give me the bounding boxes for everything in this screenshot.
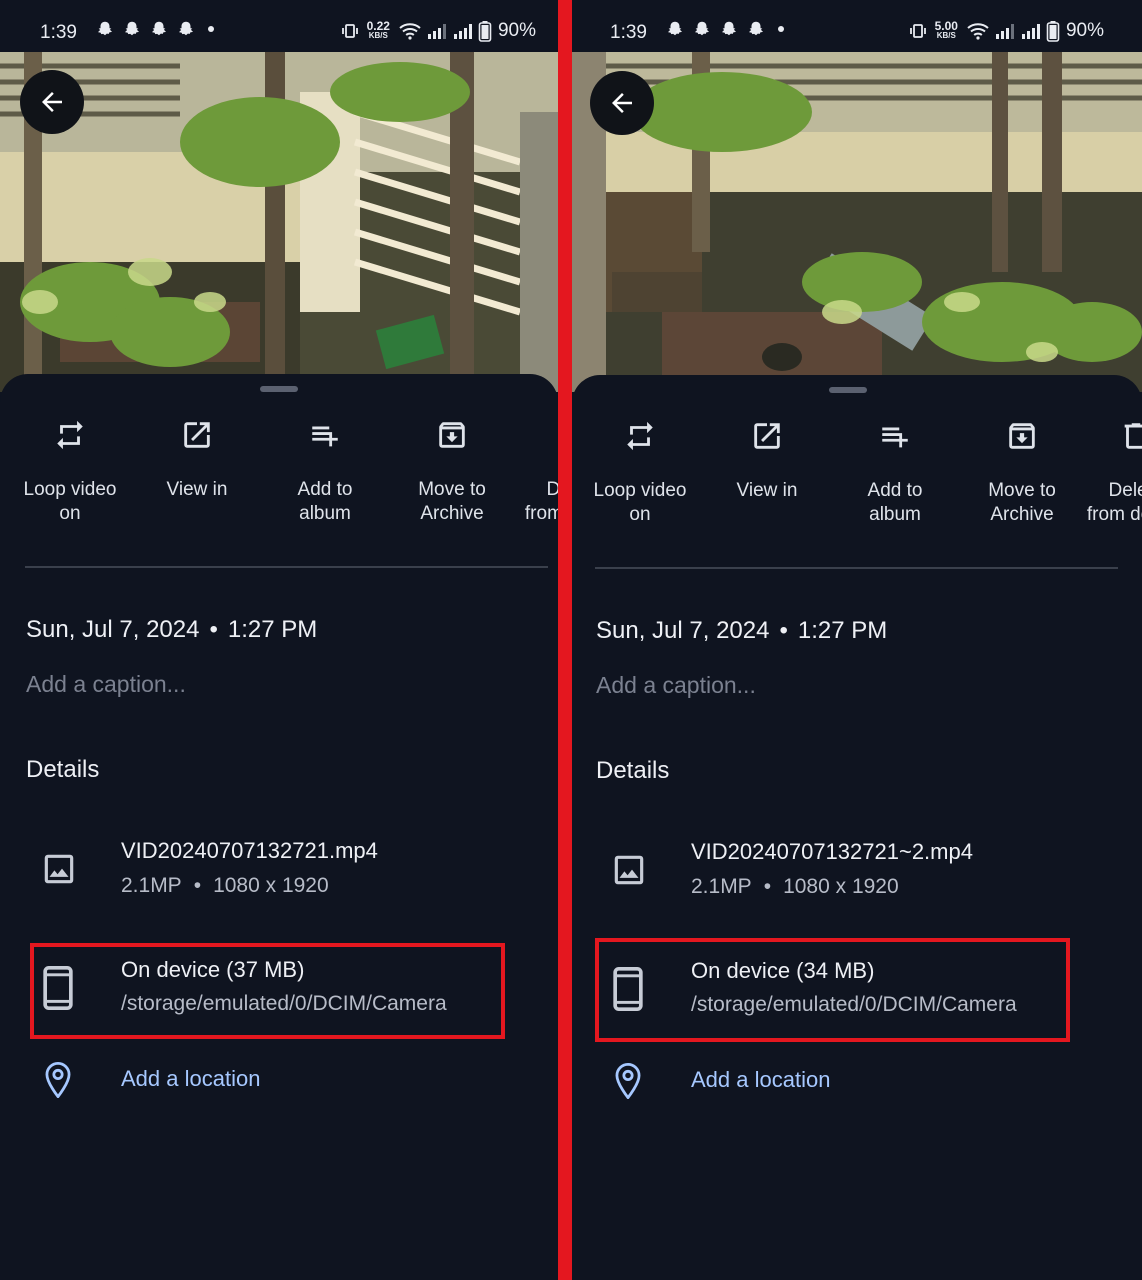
notification-icons	[666, 20, 784, 38]
action-row: Loop video on View in Add to album Move …	[572, 419, 1142, 539]
caption-input[interactable]: Add a caption...	[26, 671, 186, 698]
location-row[interactable]: Add a location	[572, 1063, 1092, 1103]
archive-icon	[1009, 423, 1035, 449]
signal-icon	[1021, 24, 1040, 39]
move-to-archive-button[interactable]: Move to Archive	[958, 419, 1086, 527]
add-to-album-button[interactable]: Add to album	[261, 418, 389, 526]
details-heading: Details	[596, 757, 670, 784]
file-specs: 2.1MP • 1080 x 1920	[121, 874, 329, 897]
playlist-add-icon	[312, 426, 338, 447]
move-to-archive-button[interactable]: Move to Archive	[388, 418, 516, 526]
status-right: 5.00 KB/S 90%	[909, 20, 1104, 42]
image-icon	[44, 854, 74, 884]
network-speed: 0.22 KB/S	[366, 19, 390, 40]
snapchat-icon	[97, 21, 113, 36]
more-notifications-dot	[778, 26, 784, 32]
snapchat-icon	[694, 21, 710, 36]
status-time: 1:39	[610, 22, 647, 43]
delete-from-device-button[interactable]: Delete from device	[1072, 419, 1142, 527]
back-button[interactable]	[590, 71, 654, 135]
snapchat-icon	[151, 21, 167, 36]
garden-photo	[572, 52, 1142, 392]
view-in-button[interactable]: View in	[133, 418, 261, 502]
status-right: 0.22 KB/S 90%	[341, 20, 536, 42]
loop-video-button[interactable]: Loop video on	[6, 418, 134, 526]
signal-icon	[427, 24, 446, 39]
arrow-back-icon	[612, 93, 632, 113]
file-info-row: VID20240707132721.mp4 2.1MP • 1080 x 1920	[0, 834, 520, 904]
location-row[interactable]: Add a location	[0, 1062, 520, 1102]
loop-icon	[57, 420, 83, 450]
image-icon	[614, 855, 644, 885]
capture-date: Sun, Jul 7, 2024	[26, 616, 200, 643]
add-location-link[interactable]: Add a location	[121, 1066, 260, 1092]
file-info-row: VID20240707132721~2.mp4 2.1MP • 1080 x 192…	[572, 835, 1092, 905]
capture-datetime[interactable]: Sun, Jul 7, 2024 • 1:27 PM	[26, 616, 317, 644]
loop-icon	[627, 421, 653, 451]
section-divider	[25, 566, 548, 568]
bullet-separator: •	[209, 616, 218, 643]
notification-icons	[96, 20, 214, 38]
snapchat-icon	[721, 21, 737, 36]
vibrate-icon	[341, 24, 358, 38]
delete-from-device-button[interactable]: Delete from device	[510, 418, 558, 526]
archive-icon	[439, 422, 465, 448]
drag-handle[interactable]	[260, 386, 298, 392]
status-bar: 1:39 5.00 KB/S 90%	[572, 14, 1142, 52]
file-name: VID20240707132721~2.mp4	[691, 839, 973, 864]
status-bar: 1:39 0.22 KB/S 90%	[0, 14, 558, 52]
info-sheet: Loop video on View in Add to album Move …	[0, 374, 558, 1280]
video-preview[interactable]	[572, 52, 1142, 392]
caption-input[interactable]: Add a caption...	[596, 672, 756, 699]
open-external-icon	[754, 423, 780, 449]
screenshot-left: 1:39 0.22 KB/S 90% Loop video on View in…	[0, 0, 558, 1280]
playlist-add-icon	[882, 427, 908, 448]
snapchat-icon	[748, 21, 764, 36]
snapchat-icon	[124, 21, 140, 36]
screenshot-right: 1:39 5.00 KB/S 90% Loop video on View in…	[572, 0, 1142, 1280]
drag-handle[interactable]	[829, 387, 867, 393]
more-notifications-dot	[208, 26, 214, 32]
highlight-box	[30, 943, 505, 1039]
battery-level: 90%	[497, 20, 536, 41]
capture-date: Sun, Jul 7, 2024	[596, 617, 770, 644]
info-sheet: Loop video on View in Add to album Move …	[572, 375, 1142, 1280]
highlight-box	[595, 938, 1070, 1042]
section-divider	[595, 567, 1118, 569]
battery-level: 90%	[1065, 20, 1104, 41]
add-to-album-button[interactable]: Add to album	[831, 419, 959, 527]
file-name: VID20240707132721.mp4	[121, 838, 378, 863]
vibrate-icon	[909, 24, 926, 38]
loop-video-button[interactable]: Loop video on	[576, 419, 704, 527]
capture-time: 1:27 PM	[797, 617, 888, 644]
battery-icon	[478, 21, 492, 42]
capture-datetime[interactable]: Sun, Jul 7, 2024 • 1:27 PM	[596, 617, 887, 645]
snapchat-icon	[178, 21, 194, 36]
location-pin-icon	[45, 1062, 71, 1098]
view-in-button[interactable]: View in	[703, 419, 831, 503]
snapchat-icon	[667, 21, 683, 36]
file-specs: 2.1MP • 1080 x 1920	[691, 875, 899, 898]
bullet-separator: •	[779, 617, 788, 644]
open-external-icon	[184, 422, 210, 448]
delete-icon	[1124, 423, 1142, 449]
network-speed: 5.00 KB/S	[934, 19, 958, 40]
red-divider	[558, 0, 572, 1280]
signal-icon	[995, 24, 1014, 39]
back-button[interactable]	[20, 70, 84, 134]
wifi-icon	[399, 23, 421, 40]
signal-icon	[453, 24, 472, 39]
arrow-back-icon	[42, 92, 62, 112]
location-pin-icon	[615, 1063, 641, 1099]
add-location-link[interactable]: Add a location	[691, 1067, 830, 1093]
wifi-icon	[967, 23, 989, 40]
battery-icon	[1046, 21, 1060, 42]
status-time: 1:39	[40, 22, 77, 43]
action-row: Loop video on View in Add to album Move …	[0, 418, 558, 538]
capture-time: 1:27 PM	[227, 616, 318, 643]
details-heading: Details	[26, 756, 100, 783]
